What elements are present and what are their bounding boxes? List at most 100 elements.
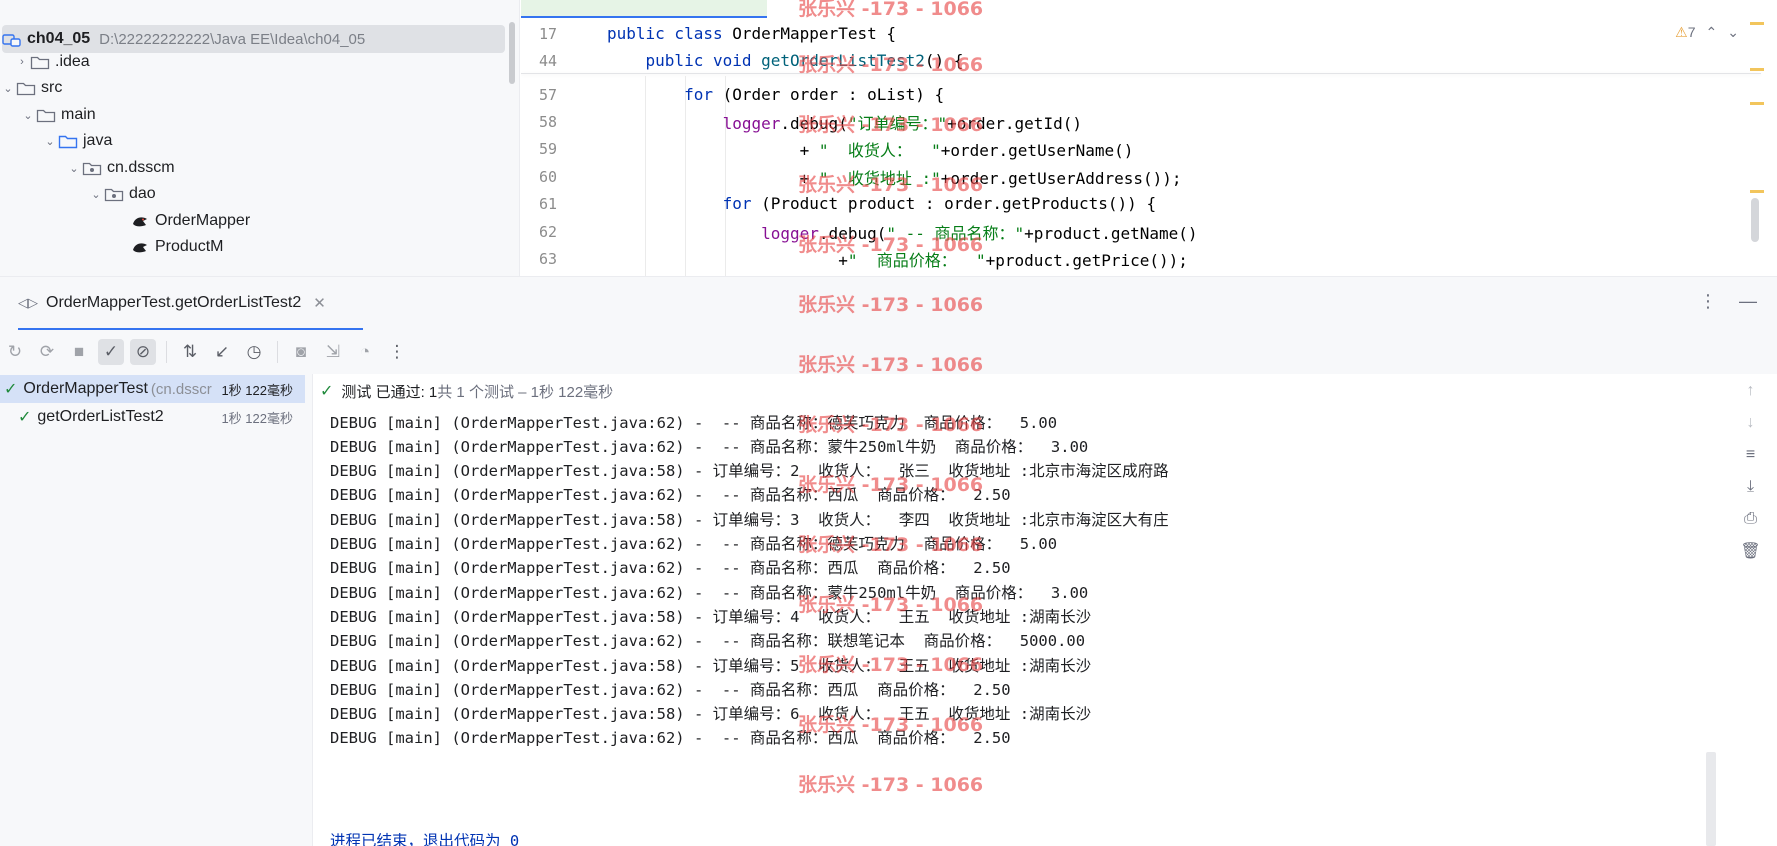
code-text: +" 商品价格： "+product.getPrice()); bbox=[607, 247, 1188, 271]
sticky-separator bbox=[521, 73, 1761, 74]
tree-item-label: cn.dsscm bbox=[107, 159, 175, 176]
arrow-down-icon[interactable]: ↓ bbox=[1738, 410, 1764, 436]
tree-item-java[interactable]: ⌄ java bbox=[0, 127, 505, 155]
inspection-widget[interactable]: ⚠7 ⌃ ⌄ bbox=[1675, 24, 1739, 41]
more-options-icon[interactable]: ⋮ bbox=[1699, 291, 1717, 312]
code-line[interactable]: 63 +" 商品价格： "+product.getPrice()); bbox=[521, 245, 1721, 272]
minimize-icon[interactable]: — bbox=[1739, 291, 1757, 312]
console-side-toolbar: ↑ ↓ ≡ ⤓ ⎙ 🗑 bbox=[1724, 374, 1777, 846]
console-output[interactable]: ✓ 测试 已通过: 1 共 1 个测试 – 1秒 122毫秒 DEBUG [ma… bbox=[314, 374, 1777, 846]
log-line: DEBUG [main] (OrderMapperTest.java:62) -… bbox=[330, 632, 1086, 651]
editor-tab-active[interactable] bbox=[521, 0, 767, 18]
chevron-up-icon[interactable]: ⌃ bbox=[1706, 24, 1718, 41]
log-line: DEBUG [main] (OrderMapperTest.java:58) -… bbox=[330, 656, 1092, 675]
rerun-failed-icon[interactable]: ⟳ bbox=[34, 339, 60, 365]
code-token: + bbox=[607, 168, 819, 188]
test-row-method[interactable]: ✓ getOrderListTest2 1秒 122毫秒 bbox=[0, 403, 305, 431]
code-token: oList) { bbox=[867, 85, 945, 104]
log-line: DEBUG [main] (OrderMapperTest.java:58) -… bbox=[330, 607, 1092, 626]
run-tab[interactable]: ◁▷ OrderMapperTest.getOrderListTest2 ✕ bbox=[18, 277, 363, 331]
code-token: +order.getUserName() bbox=[940, 140, 1134, 160]
tree-scrollbar[interactable] bbox=[509, 22, 515, 84]
test-status-detail: 共 1 个测试 – 1秒 122毫秒 bbox=[437, 383, 614, 401]
warning-marker[interactable] bbox=[1750, 68, 1764, 71]
code-token: logger bbox=[607, 113, 781, 133]
chevron-down-icon[interactable]: ⌄ bbox=[88, 188, 104, 201]
arrow-up-icon[interactable]: ↑ bbox=[1738, 378, 1764, 404]
warning-marker[interactable] bbox=[1750, 102, 1764, 105]
code-editor[interactable]: 17 public class OrderMapperTest { 44 pub… bbox=[521, 0, 1777, 276]
log-line: DEBUG [main] (OrderMapperTest.java:58) -… bbox=[330, 462, 1169, 481]
soft-wrap-icon[interactable]: ≡ bbox=[1738, 442, 1764, 468]
warning-marker[interactable] bbox=[1750, 190, 1764, 193]
code-token: +order.getUserAddress()); bbox=[940, 168, 1182, 188]
show-ignored-toggle-icon[interactable]: ⊘ bbox=[130, 339, 156, 365]
close-icon[interactable]: ✕ bbox=[313, 294, 326, 312]
print-icon[interactable]: ⎙ bbox=[1738, 506, 1764, 532]
warning-marker[interactable] bbox=[1750, 22, 1764, 25]
editor-scrollbar[interactable] bbox=[1751, 198, 1759, 242]
tree-item-main[interactable]: ⌄ main bbox=[0, 101, 505, 129]
log-line: DEBUG [main] (OrderMapperTest.java:62) -… bbox=[330, 437, 1089, 456]
code-token: + bbox=[607, 140, 819, 160]
tree-item-productmapper[interactable]: ProductM bbox=[0, 233, 505, 261]
warning-icon[interactable]: ⚠7 bbox=[1675, 24, 1695, 41]
history-clock-icon[interactable]: ◷ bbox=[241, 339, 267, 365]
tree-item-dao[interactable]: ⌄ dao bbox=[0, 180, 505, 208]
collapse-icon[interactable]: ↙ bbox=[209, 339, 235, 365]
scroll-to-end-icon[interactable]: ⤓ bbox=[1738, 474, 1764, 500]
module-icon bbox=[2, 31, 22, 47]
test-row-class[interactable]: ✓ OrderMapperTest (cn.dsscr 1秒 122毫秒 bbox=[0, 375, 305, 403]
line-number: 44 bbox=[538, 51, 557, 70]
more-options-icon[interactable]: ⋮ bbox=[384, 339, 410, 365]
code-line[interactable]: 62 logger.debug(" -- 商品名称："+product.getN… bbox=[521, 218, 1721, 245]
stop-icon[interactable]: ■ bbox=[66, 339, 92, 365]
tree-item-cn-dsscm[interactable]: ⌄ cn.dsscm bbox=[0, 154, 505, 182]
camera-icon[interactable]: ◙ bbox=[288, 339, 314, 365]
test-class-label: OrderMapperTest bbox=[23, 380, 148, 397]
code-line[interactable]: 61 for (Product product : order.getProdu… bbox=[521, 190, 1721, 217]
code-token: public class bbox=[607, 24, 733, 43]
folder-icon bbox=[36, 107, 56, 123]
code-text: logger.debug("订单编号："+order.getId() bbox=[607, 110, 1082, 134]
code-line[interactable]: 58 logger.debug("订单编号："+order.getId() bbox=[521, 108, 1721, 135]
line-number: 61 bbox=[538, 194, 557, 213]
chevron-down-icon[interactable]: ⌄ bbox=[42, 135, 58, 148]
chevron-down-icon[interactable]: ⌄ bbox=[1727, 24, 1739, 41]
line-number: 60 bbox=[538, 167, 557, 186]
console-scrollbar[interactable] bbox=[1706, 752, 1716, 846]
tree-item-idea[interactable]: › .idea bbox=[0, 48, 505, 76]
tree-item-label: OrderMapper bbox=[155, 212, 251, 229]
code-token: getOrderListTest2 bbox=[761, 51, 925, 70]
tree-item-ordermapper[interactable]: OrderMapper bbox=[0, 207, 505, 235]
ide-window: ch04_05 D:\22222222222\Java EE\Idea\ch04… bbox=[0, 0, 1777, 846]
chevron-right-icon[interactable]: › bbox=[14, 56, 30, 68]
code-text: + " 收货地址 :"+order.getUserAddress()); bbox=[607, 165, 1182, 189]
code-line[interactable]: 60 + " 收货地址 :"+order.getUserAddress()); bbox=[521, 163, 1721, 190]
sort-icon[interactable]: ⇅ bbox=[177, 339, 203, 365]
code-token: +product.getName() bbox=[1024, 223, 1198, 243]
show-passed-toggle-icon[interactable]: ✓ bbox=[98, 339, 124, 365]
coverage-icon[interactable]: ◔ bbox=[352, 339, 378, 365]
sticky-line[interactable]: 17 public class OrderMapperTest { bbox=[521, 20, 1721, 47]
code-line[interactable]: 57 for (Order order : oList) { bbox=[521, 81, 1721, 108]
code-line[interactable]: 59 + " 收货人： "+order.getUserName() bbox=[521, 135, 1721, 162]
import-icon[interactable]: ⇲ bbox=[320, 339, 346, 365]
log-line: DEBUG [main] (OrderMapperTest.java:62) -… bbox=[330, 559, 1011, 578]
code-token: (Order order : bbox=[722, 85, 868, 104]
code-token: public void bbox=[607, 51, 762, 70]
test-class-package: (cn.dsscr bbox=[150, 380, 212, 398]
line-number: 62 bbox=[538, 222, 557, 241]
chevron-down-icon[interactable]: ⌄ bbox=[66, 162, 82, 175]
log-line: DEBUG [main] (OrderMapperTest.java:62) -… bbox=[330, 583, 1089, 602]
chevron-down-icon[interactable]: ⌄ bbox=[20, 109, 36, 122]
line-number: 17 bbox=[538, 24, 557, 43]
chevron-down-icon[interactable]: ⌄ bbox=[0, 82, 16, 95]
line-number: 58 bbox=[538, 112, 557, 131]
sticky-line[interactable]: 44 public void getOrderListTest2() { bbox=[521, 47, 1721, 74]
tree-item-src[interactable]: ⌄ src bbox=[0, 74, 505, 102]
trash-icon[interactable]: 🗑 bbox=[1738, 538, 1764, 564]
rerun-icon[interactable]: ↻ bbox=[2, 339, 28, 365]
code-text: public void getOrderListTest2() { bbox=[607, 51, 964, 70]
tree-root-label: ch04_05 bbox=[27, 30, 91, 47]
